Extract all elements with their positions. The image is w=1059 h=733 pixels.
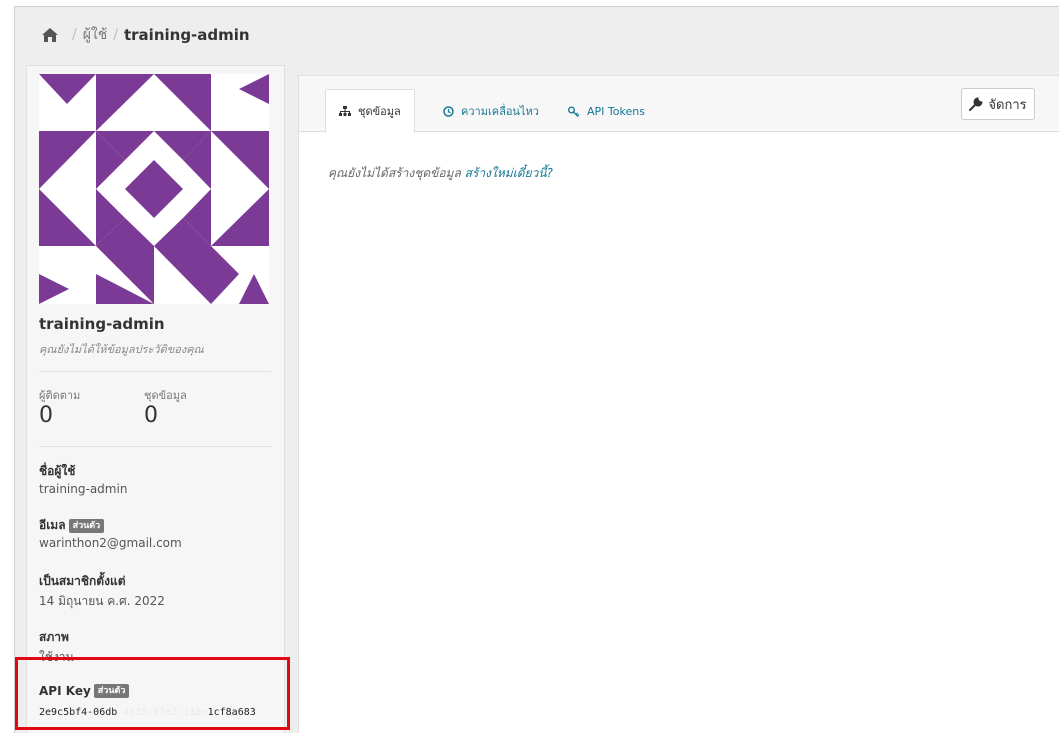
private-badge: ส่วนตัว (68, 518, 105, 533)
tab-bar: ชุดข้อมูล ความเคลื่อนไหว API Tokens จัดก… (299, 76, 1059, 133)
empty-message-text: คุณยังไม่ได้สร้างชุดข้อมูล (328, 166, 461, 180)
tab-activity-label: ความเคลื่อนไหว (461, 105, 539, 118)
wrench-icon (969, 97, 988, 111)
profile-about: คุณยังไม่ได้ให้ข้อมูลประวัติของคุณ (39, 343, 204, 356)
profile-name: training-admin (39, 315, 165, 333)
member-since-label: เป็นสมาชิกตั้งแต่ (39, 572, 125, 591)
tab-activity[interactable]: ความเคลื่อนไหว (430, 89, 552, 133)
tab-datasets[interactable]: ชุดข้อมูล (325, 89, 415, 133)
profile-sidebar: training-admin คุณยังไม่ได้ให้ข้อมูลประว… (26, 65, 285, 733)
key-icon (568, 106, 580, 117)
clock-icon (443, 105, 454, 117)
manage-button-label: จัดการ (988, 97, 1027, 113)
breadcrumb-users-link[interactable]: ผู้ใช้ (83, 24, 108, 46)
empty-datasets-message: คุณยังไม่ได้สร้างชุดข้อมูล สร้างใหม่เดี๋… (328, 164, 553, 183)
main-panel: ชุดข้อมูล ความเคลื่อนไหว API Tokens จัดก… (298, 75, 1059, 733)
datasets-count: 0 (144, 403, 158, 428)
email-label: อีเมล ส่วนตัว (39, 516, 105, 535)
home-icon[interactable] (42, 27, 58, 42)
member-since-label-text: เป็นสมาชิกตั้งแต่ (39, 574, 126, 588)
username-label-text: ชื่อผู้ใช้ (39, 464, 76, 478)
create-dataset-link[interactable]: สร้างใหม่เดี๋ยวนี้? (465, 166, 553, 180)
username-value: training-admin (39, 482, 128, 496)
state-label: สภาพ (39, 628, 69, 647)
breadcrumb-separator: / (72, 26, 77, 43)
highlight-box (15, 657, 290, 730)
member-since-value: 14 มิถุนายน ค.ศ. 2022 (39, 594, 165, 608)
tab-api-tokens-label: API Tokens (587, 104, 645, 118)
tab-api-tokens[interactable]: API Tokens (555, 89, 658, 133)
breadcrumb-separator: / (113, 26, 118, 43)
email-label-text: อีเมล (39, 518, 66, 532)
divider (39, 446, 271, 447)
state-label-text: สภาพ (39, 630, 69, 644)
manage-button[interactable]: จัดการ (961, 88, 1035, 120)
followers-label: ผู้ติดตาม (39, 389, 81, 402)
identicon (39, 74, 269, 304)
username-label: ชื่อผู้ใช้ (39, 462, 75, 481)
breadcrumb: / ผู้ใช้ / training-admin (15, 7, 1059, 62)
divider (39, 371, 271, 372)
page-frame: / ผู้ใช้ / training-admin training-admin… (14, 6, 1059, 733)
sitemap-icon (339, 105, 351, 117)
datasets-label: ชุดข้อมูล (144, 389, 187, 402)
breadcrumb-current[interactable]: training-admin (124, 26, 250, 44)
email-value: warinthon2@gmail.com (39, 536, 182, 550)
followers-count: 0 (39, 403, 53, 428)
tab-datasets-label: ชุดข้อมูล (358, 105, 401, 118)
